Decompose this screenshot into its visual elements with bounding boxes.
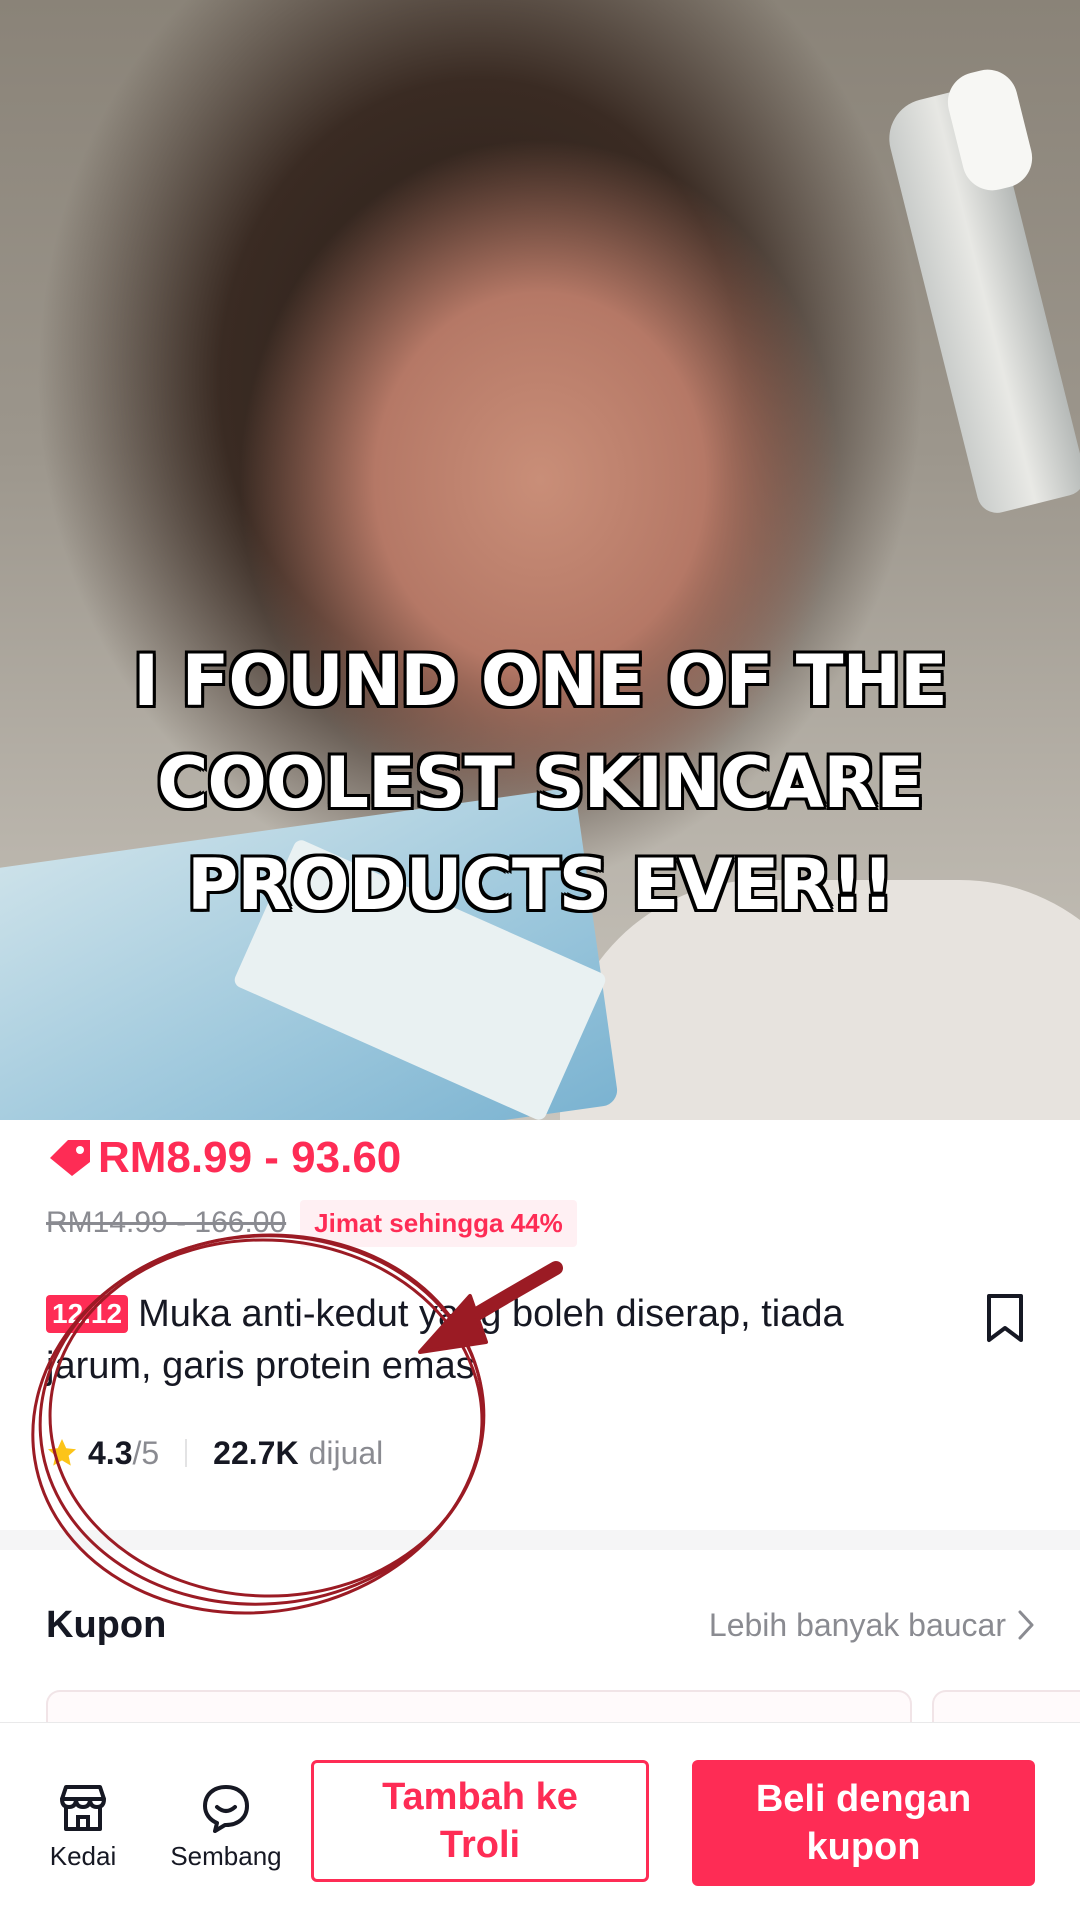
price-tag-icon <box>50 1140 90 1176</box>
caption-line: I FOUND ONE OF THE <box>133 640 948 722</box>
more-vouchers-label: Lebih banyak baucar <box>708 1606 1006 1643</box>
product-video[interactable]: I FOUND ONE OF THE COOLEST SKINCARE PROD… <box>0 0 1080 1120</box>
add-to-cart-button[interactable]: Tambah ke Troli <box>311 1760 649 1882</box>
section-divider <box>0 1530 1080 1550</box>
video-caption: I FOUND ONE OF THE COOLEST SKINCARE PROD… <box>0 630 1080 936</box>
price-row: RM8.99 - 93.60 <box>46 1128 401 1188</box>
rating-value: 4.3 <box>88 1434 133 1471</box>
rating-max: /5 <box>132 1434 160 1471</box>
buy-label: Beli dengan kupon <box>755 1778 972 1868</box>
annotation-circle <box>31 1233 486 1615</box>
coupon-header: Kupon Lebih banyak baucar <box>46 1595 1036 1655</box>
original-price: RM14.99 - 166.00 <box>46 1206 287 1239</box>
bookmark-icon[interactable] <box>982 1292 1028 1344</box>
caption-line: COOLEST SKINCARE <box>157 742 924 824</box>
shop-label: Kedai <box>49 1841 117 1871</box>
bottom-action-bar: Kedai Sembang Tambah ke Troli Beli denga… <box>0 1722 1080 1921</box>
sold-count: 22.7K <box>213 1434 299 1471</box>
stats-divider <box>185 1439 188 1467</box>
price-range: RM8.99 - 93.60 <box>98 1133 402 1182</box>
store-icon <box>60 1785 106 1831</box>
shop-button[interactable]: Kedai <box>23 1781 143 1872</box>
caption-line: PRODUCTS EVER!! <box>186 844 894 926</box>
product-stats: 4.3 /5 22.7K dijual <box>46 1428 383 1478</box>
buy-with-coupon-button[interactable]: Beli dengan kupon <box>692 1760 1035 1886</box>
coupon-heading: Kupon <box>46 1603 167 1646</box>
chat-button[interactable]: Sembang <box>166 1781 286 1872</box>
promo-tag: 12.12 <box>46 1295 129 1333</box>
product-title: 12.12 Muka anti-kedut yang boleh diserap,… <box>46 1288 956 1392</box>
chat-label: Sembang <box>170 1841 282 1871</box>
chat-bubble-icon <box>203 1785 249 1833</box>
savings-badge: Jimat sehingga 44% <box>300 1199 577 1247</box>
sold-label: dijual <box>308 1434 384 1471</box>
product-title-text: Muka anti-kedut yang boleh diserap, tiad… <box>46 1293 844 1387</box>
star-icon <box>48 1439 76 1466</box>
more-vouchers-link[interactable]: Lebih banyak baucar <box>709 1607 1036 1644</box>
add-to-cart-label: Tambah ke Troli <box>382 1776 578 1866</box>
original-price-row: RM14.99 - 166.00 Jimat sehingga 44% <box>46 1198 577 1248</box>
chevron-right-icon <box>1018 1610 1034 1640</box>
